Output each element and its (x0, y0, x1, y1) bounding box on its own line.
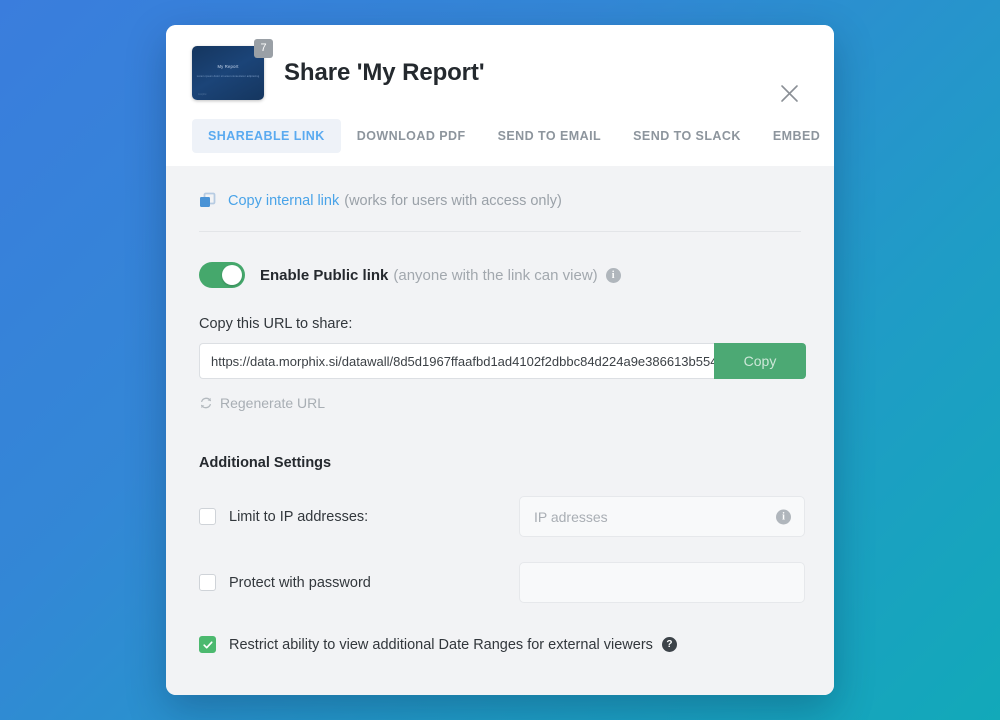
restrict-date-ranges-label: Restrict ability to view additional Date… (229, 636, 653, 653)
ip-addresses-placeholder: IP adresses (534, 508, 608, 525)
tab-send-to-email[interactable]: SEND TO EMAIL (482, 119, 618, 153)
close-button[interactable] (774, 78, 804, 108)
restrict-date-ranges-checkbox[interactable] (199, 636, 216, 653)
tab-send-to-slack[interactable]: SEND TO SLACK (617, 119, 757, 153)
help-icon[interactable]: ? (661, 637, 677, 652)
page-background: My Report Lorem ipsum dolor sit amet con… (0, 0, 1000, 720)
protect-password-checkbox[interactable] (199, 574, 216, 591)
additional-settings-title: Additional Settings (199, 455, 332, 471)
share-url-row: https://data.morphix.si/datawall/8d5d196… (199, 343, 806, 379)
modal-body: Copy internal link (works for users with… (166, 166, 834, 695)
close-icon (780, 84, 798, 102)
regenerate-url-label: Regenerate URL (220, 395, 326, 411)
share-modal: My Report Lorem ipsum dolor sit amet con… (166, 25, 834, 695)
enable-public-link-note: (anyone with the link can view) (393, 266, 598, 284)
refresh-icon (200, 397, 212, 409)
modal-header-top: My Report Lorem ipsum dolor sit amet con… (192, 25, 808, 115)
thumbnail-subtitle-text: Lorem ipsum dolor sit amet consectetur a… (196, 75, 260, 78)
limit-ip-checkbox[interactable] (199, 508, 216, 525)
tab-download-pdf[interactable]: DOWNLOAD PDF (341, 119, 482, 153)
copy-icon (199, 192, 216, 209)
tab-bar: SHAREABLE LINK DOWNLOAD PDF SEND TO EMAI… (192, 115, 820, 157)
thumbnail-title-text: My Report (217, 64, 239, 69)
password-field[interactable] (519, 562, 805, 603)
tab-shareable-link[interactable]: SHAREABLE LINK (192, 119, 341, 153)
check-icon (202, 640, 213, 649)
regenerate-url-button[interactable]: Regenerate URL (195, 379, 805, 411)
copy-internal-link-row[interactable]: Copy internal link (works for users with… (195, 166, 805, 231)
thumbnail-page-count-badge: 7 (254, 39, 273, 58)
copy-url-button[interactable]: Copy (714, 343, 806, 379)
limit-ip-label: Limit to IP addresses: (229, 508, 369, 525)
info-icon[interactable]: i (605, 267, 621, 283)
protect-password-left: Protect with password (199, 574, 519, 591)
tab-embed[interactable]: EMBED (757, 119, 834, 153)
page-title: Share 'My Report' (284, 59, 485, 86)
enable-public-link-row: Enable Public link (anyone with the link… (195, 232, 805, 288)
ip-addresses-info-icon[interactable]: i (776, 509, 791, 524)
ip-addresses-field[interactable]: IP adresses i (519, 496, 805, 537)
protect-password-row: Protect with password (195, 562, 805, 603)
limit-ip-left: Limit to IP addresses: (199, 508, 519, 525)
copy-internal-link-label[interactable]: Copy internal link (228, 193, 339, 209)
share-url-label: Copy this URL to share: (199, 316, 353, 332)
report-thumbnail[interactable]: My Report Lorem ipsum dolor sit amet con… (192, 39, 273, 100)
toggle-knob (222, 265, 242, 285)
enable-public-link-toggle[interactable] (199, 262, 245, 288)
share-url-input[interactable]: https://data.morphix.si/datawall/8d5d196… (199, 343, 714, 379)
modal-header: My Report Lorem ipsum dolor sit amet con… (166, 25, 834, 166)
protect-password-label: Protect with password (229, 574, 371, 591)
restrict-date-ranges-row: Restrict ability to view additional Date… (195, 636, 805, 653)
enable-public-link-label: Enable Public link (260, 266, 389, 284)
thumbnail-footer-text: morphix (198, 93, 207, 96)
copy-internal-link-note: (works for users with access only) (344, 192, 562, 209)
limit-ip-row: Limit to IP addresses: IP adresses i (195, 496, 805, 537)
